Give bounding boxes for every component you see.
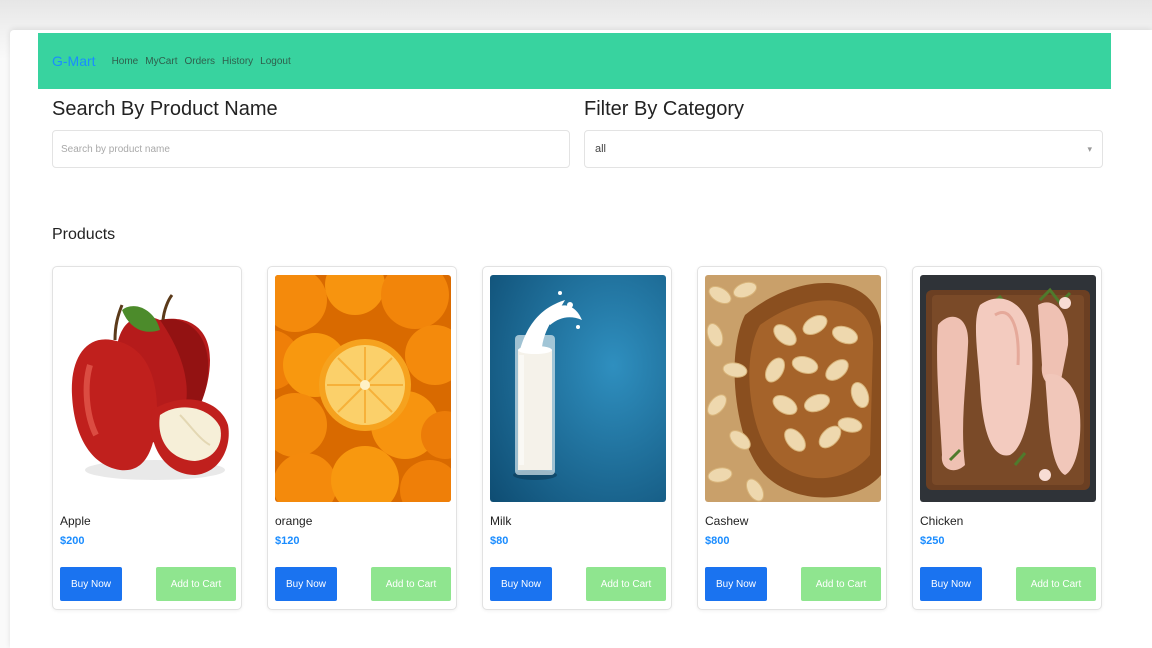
buy-now-button[interactable]: Buy Now (60, 567, 122, 601)
nav-link-home[interactable]: Home (112, 56, 139, 67)
product-name: Chicken (920, 514, 964, 528)
nav-link-history[interactable]: History (222, 56, 253, 67)
buy-now-button[interactable]: Buy Now (490, 567, 552, 601)
product-name: Cashew (705, 514, 749, 528)
chevron-down-icon: ▾ (1087, 143, 1092, 154)
add-to-cart-button[interactable]: Add to Cart (801, 567, 881, 601)
product-card: orange $120 Buy Now Add to Cart (267, 266, 457, 610)
category-select[interactable]: all ▾ (584, 130, 1103, 168)
product-price: $80 (490, 535, 509, 547)
category-select-value: all (595, 143, 607, 155)
navbar: G-Mart Home MyCart Orders History Logout (38, 33, 1111, 89)
add-to-cart-button[interactable]: Add to Cart (156, 567, 236, 601)
add-to-cart-button[interactable]: Add to Cart (371, 567, 451, 601)
buy-now-button[interactable]: Buy Now (705, 567, 767, 601)
product-price: $120 (275, 535, 300, 547)
apple-image[interactable] (60, 275, 236, 502)
buy-now-button[interactable]: Buy Now (920, 567, 982, 601)
product-card: Cashew $800 Buy Now Add to Cart (697, 266, 887, 610)
add-to-cart-button[interactable]: Add to Cart (1016, 567, 1096, 601)
milk-image[interactable] (490, 275, 666, 502)
product-card: Milk $80 Buy Now Add to Cart (482, 266, 672, 610)
nav-link-logout[interactable]: Logout (260, 56, 291, 67)
chicken-image[interactable] (920, 275, 1096, 502)
product-price: $200 (60, 535, 85, 547)
product-card: Apple $200 Buy Now Add to Cart (52, 266, 242, 610)
product-card: Chicken $250 Buy Now Add to Cart (912, 266, 1102, 610)
nav-link-mycart[interactable]: MyCart (145, 56, 177, 67)
search-section-title: Search By Product Name (52, 98, 278, 120)
products-section-title: Products (52, 226, 116, 243)
buy-now-button[interactable]: Buy Now (275, 567, 337, 601)
cashew-image[interactable] (705, 275, 881, 502)
nav-link-orders[interactable]: Orders (184, 56, 215, 67)
product-name: orange (275, 514, 313, 528)
product-price: $250 (920, 535, 945, 547)
product-name: Apple (60, 514, 91, 528)
brand-logo[interactable]: G-Mart (52, 53, 96, 69)
product-name: Milk (490, 514, 512, 528)
add-to-cart-button[interactable]: Add to Cart (586, 567, 666, 601)
search-input[interactable] (52, 130, 570, 168)
orange-image[interactable] (275, 275, 451, 502)
product-price: $800 (705, 535, 730, 547)
filter-section-title: Filter By Category (584, 98, 745, 120)
